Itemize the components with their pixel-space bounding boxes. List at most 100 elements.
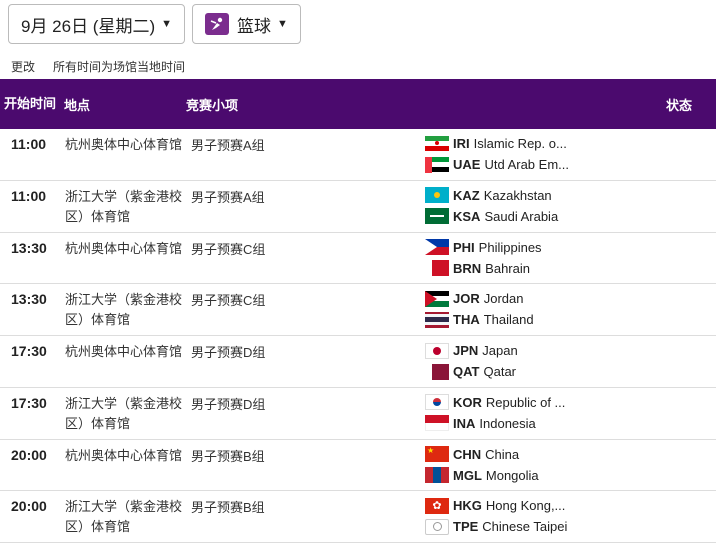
team-code: TPE bbox=[453, 519, 479, 535]
team-entry: BRN Bahrain bbox=[425, 258, 716, 279]
team-name: Islamic Rep. o... bbox=[473, 136, 567, 151]
table-row[interactable]: 17:30 杭州奥体中心体育馆 男子预赛D组 JPN Japan QAT Qat… bbox=[0, 336, 716, 388]
basketball-icon bbox=[205, 13, 230, 35]
team-code: JPN bbox=[453, 343, 479, 358]
team-name: Utd Arab Em... bbox=[484, 157, 569, 172]
column-header-status: 状态 bbox=[666, 97, 693, 113]
column-header-event: 竞赛小项 bbox=[186, 97, 239, 113]
table-row[interactable]: 13:30 浙江大学（紫金港校区）体育馆 男子预赛C组 JOR Jordan T… bbox=[0, 284, 716, 336]
team-entry: JPN Japan bbox=[425, 340, 716, 361]
qatar-flag-icon bbox=[425, 363, 449, 380]
chinese-taipei-flag-icon bbox=[425, 518, 449, 535]
team-entry: IRI Islamic Rep. o... bbox=[425, 133, 716, 154]
table-header: 开始时间 地点 竞赛小项 状态 bbox=[0, 79, 716, 129]
event: 男子预赛C组 bbox=[191, 241, 266, 257]
venue: 浙江大学（紫金港校区）体育馆 bbox=[65, 499, 183, 535]
table-body: 11:00 杭州奥体中心体育馆 男子预赛A组 IRI Islamic Rep. … bbox=[0, 129, 716, 543]
table-row[interactable]: 11:00 杭州奥体中心体育馆 男子预赛A组 IRI Islamic Rep. … bbox=[0, 129, 716, 181]
team-code: KAZ bbox=[453, 187, 480, 203]
team-name: Bahrain bbox=[485, 260, 530, 276]
bahrain-flag-icon bbox=[425, 260, 449, 276]
jordan-flag-icon bbox=[425, 290, 449, 307]
hongkong-flag-icon: ✿ bbox=[425, 497, 449, 514]
date-dropdown[interactable]: 9月 26日 (星期二) ▼ bbox=[8, 4, 186, 44]
team-code: IRI bbox=[453, 136, 470, 151]
team-name: China bbox=[485, 446, 520, 462]
team-code: MGL bbox=[453, 467, 482, 483]
mongolia-flag-icon bbox=[425, 467, 449, 483]
teams: KAZ Kazakhstan KSA Saudi Arabia bbox=[418, 181, 716, 232]
table-row[interactable]: 20:00 浙江大学（紫金港校区）体育馆 男子预赛B组 ✿ HKG Hong K… bbox=[0, 491, 716, 543]
start-time: 11:00 bbox=[11, 136, 47, 152]
event: 男子预赛B组 bbox=[191, 500, 265, 516]
start-time: 20:00 bbox=[11, 498, 47, 515]
start-time: 13:30 bbox=[11, 291, 47, 308]
team-entry: UAE Utd Arab Em... bbox=[425, 154, 716, 175]
team-entry: KSA Saudi Arabia bbox=[425, 206, 716, 227]
event: 男子预赛D组 bbox=[191, 345, 266, 360]
event: 男子预赛A组 bbox=[191, 189, 265, 205]
kazakhstan-flag-icon bbox=[425, 187, 449, 204]
teams: JPN Japan QAT Qatar bbox=[418, 336, 716, 387]
team-entry: PHI Philippines bbox=[425, 237, 716, 258]
team-entry: KOR Republic of ... bbox=[425, 392, 716, 413]
start-time: 17:30 bbox=[11, 343, 47, 359]
table-row[interactable]: 17:30 浙江大学（紫金港校区）体育馆 男子预赛D组 KOR Republic… bbox=[0, 387, 716, 440]
team-name: Saudi Arabia bbox=[484, 208, 559, 224]
change-link[interactable]: 更改 bbox=[11, 58, 35, 75]
uae-flag-icon bbox=[425, 156, 449, 173]
team-name: Hong Kong,... bbox=[485, 498, 566, 514]
table-row[interactable]: 11:00 浙江大学（紫金港校区）体育馆 男子预赛A组 KAZ Kazakhst… bbox=[0, 180, 716, 233]
team-name: Japan bbox=[482, 343, 518, 358]
caret-down-icon: ▼ bbox=[277, 18, 288, 30]
korea-flag-icon bbox=[425, 394, 449, 411]
team-name: Jordan bbox=[483, 291, 524, 307]
table-row[interactable]: 20:00 杭州奥体中心体育馆 男子预赛B组 ★ CHN China MGL M… bbox=[0, 439, 716, 492]
team-entry: MGL Mongolia bbox=[425, 465, 716, 486]
team-code: CHN bbox=[453, 446, 482, 462]
team-name: Kazakhstan bbox=[483, 187, 552, 203]
subline: 更改 所有时间为场馆当地时间 bbox=[11, 58, 185, 75]
teams: ✿ HKG Hong Kong,... TPE Chinese Taipei bbox=[418, 491, 716, 542]
start-time: 20:00 bbox=[11, 446, 47, 463]
caret-down-icon: ▼ bbox=[161, 18, 173, 30]
team-code: THA bbox=[453, 312, 480, 328]
philippines-flag-icon bbox=[425, 239, 449, 255]
team-code: KSA bbox=[453, 208, 481, 224]
thailand-flag-icon bbox=[425, 311, 449, 328]
start-time: 13:30 bbox=[11, 239, 47, 256]
start-time: 11:00 bbox=[11, 187, 47, 204]
team-name: Thailand bbox=[483, 312, 534, 328]
event: 男子预赛D组 bbox=[191, 396, 266, 412]
column-header-venue: 地点 bbox=[64, 97, 91, 113]
team-name: Qatar bbox=[483, 364, 516, 379]
iran-flag-icon bbox=[425, 135, 449, 152]
event: 男子预赛A组 bbox=[191, 138, 265, 153]
team-name: Indonesia bbox=[479, 415, 536, 431]
teams: JOR Jordan THA Thailand bbox=[418, 284, 716, 335]
venue: 浙江大学（紫金港校区）体育馆 bbox=[65, 395, 183, 431]
team-name: Philippines bbox=[478, 239, 542, 255]
teams: IRI Islamic Rep. o... UAE Utd Arab Em... bbox=[418, 129, 716, 180]
team-code: INA bbox=[453, 415, 476, 431]
team-entry: ★ CHN China bbox=[425, 444, 716, 465]
team-code: PHI bbox=[453, 239, 475, 255]
team-entry: INA Indonesia bbox=[425, 413, 716, 434]
venue: 杭州奥体中心体育馆 bbox=[65, 447, 183, 463]
team-code: BRN bbox=[453, 260, 482, 276]
saudi-flag-icon bbox=[425, 208, 449, 225]
team-code: QAT bbox=[453, 364, 480, 379]
table-row[interactable]: 13:30 杭州奥体中心体育馆 男子预赛C组 PHI Philippines B… bbox=[0, 232, 716, 285]
sport-label: 篮球 bbox=[237, 16, 272, 36]
column-header-time: 开始时间 bbox=[3, 96, 56, 111]
team-entry: KAZ Kazakhstan bbox=[425, 185, 716, 206]
team-entry: ✿ HKG Hong Kong,... bbox=[425, 495, 716, 516]
sport-dropdown[interactable]: 篮球 ▼ bbox=[192, 4, 301, 44]
timezone-note: 所有时间为场馆当地时间 bbox=[53, 60, 186, 74]
date-label: 9月 26日 (星期二) bbox=[21, 16, 156, 36]
event: 男子预赛C组 bbox=[191, 293, 266, 309]
team-name: Republic of ... bbox=[485, 394, 566, 410]
indonesia-flag-icon bbox=[425, 415, 449, 432]
venue: 杭州奥体中心体育馆 bbox=[65, 344, 183, 359]
event: 男子预赛B组 bbox=[191, 448, 265, 464]
